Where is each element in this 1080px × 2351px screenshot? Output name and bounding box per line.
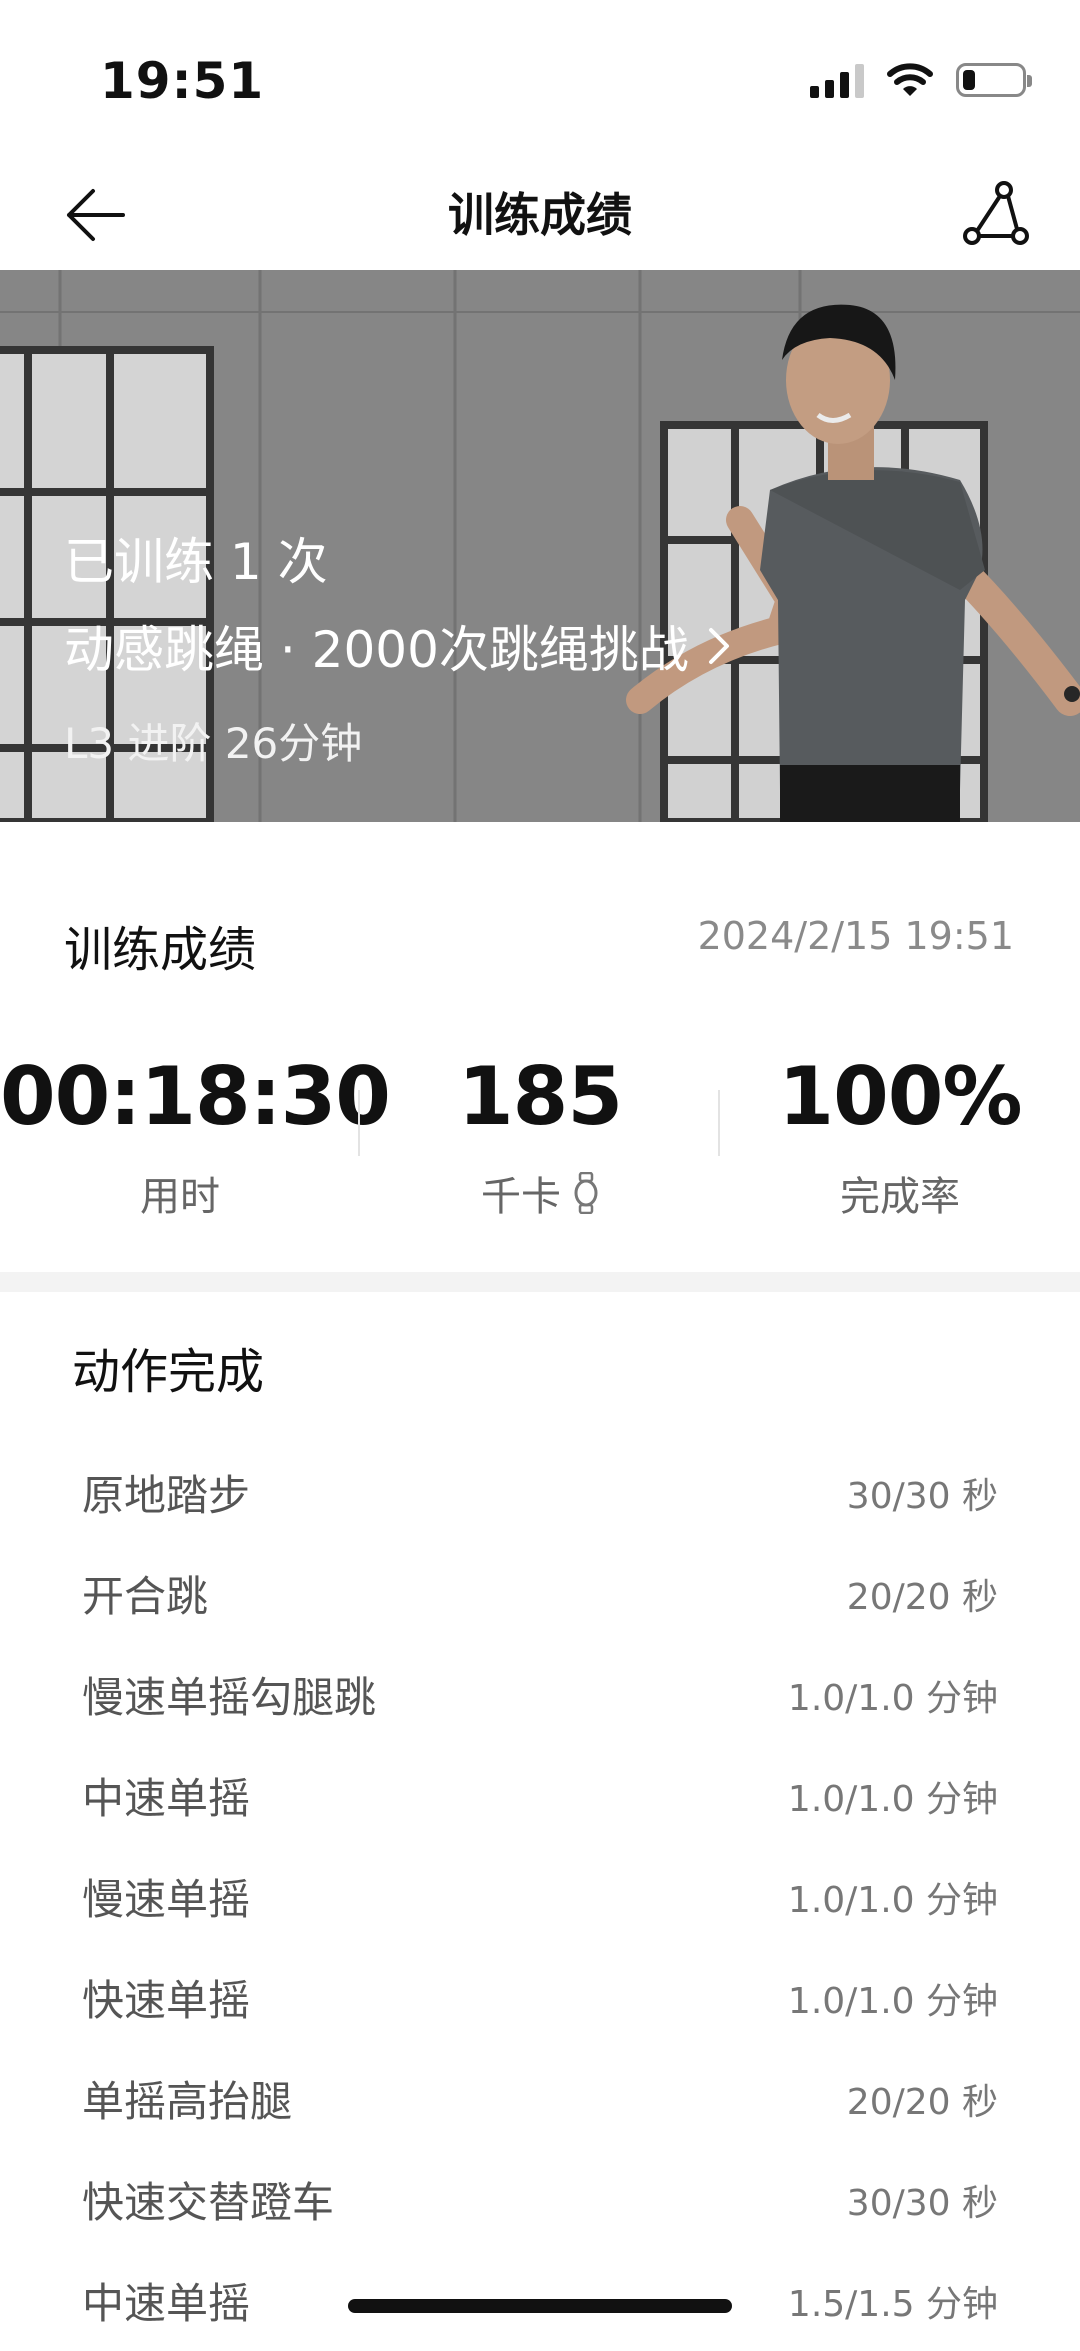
page-title: 训练成绩 xyxy=(448,188,632,242)
action-value: 30/30 秒 xyxy=(846,1475,998,1517)
list-item: 慢速单摇勾腿跳 1.0/1.0 分钟 xyxy=(0,1644,1080,1745)
list-item: 原地踏步 30/30 秒 xyxy=(0,1442,1080,1543)
results-date: 2024/2/15 19:51 xyxy=(697,914,1014,958)
top-navigation-bar: 训练成绩 xyxy=(0,160,1080,270)
status-time: 19:51 xyxy=(100,52,265,110)
action-name: 慢速单摇勾腿跳 xyxy=(82,1673,377,1722)
list-item: 慢速单摇 1.0/1.0 分钟 xyxy=(0,1846,1080,1947)
action-value: 1.0/1.0 分钟 xyxy=(787,1677,998,1719)
calories-label: 千卡 xyxy=(481,1174,561,1220)
duration-label: 用时 xyxy=(140,1174,220,1220)
training-results-section: 训练成绩 2024/2/15 19:51 00:18:30 用时 185 千卡 … xyxy=(0,822,1080,1272)
action-name: 单摇高抬腿 xyxy=(82,2077,293,2126)
course-banner[interactable]: 已训练 1 次 动感跳绳 · 2000次跳绳挑战 L3 进阶 26分钟 xyxy=(0,270,1080,822)
course-name: 动感跳绳 · 2000次跳绳挑战 xyxy=(64,621,689,679)
duration-stat: 00:18:30 用时 xyxy=(0,1050,391,1222)
course-level: L3 进阶 26分钟 xyxy=(64,719,363,768)
list-item: 开合跳 20/20 秒 xyxy=(0,1543,1080,1644)
duration-value: 00:18:30 xyxy=(0,1050,391,1143)
actions-title: 动作完成 xyxy=(72,1344,265,1400)
action-value: 20/20 秒 xyxy=(846,1576,998,1618)
training-count: 已训练 1 次 xyxy=(64,533,328,591)
action-name: 原地踏步 xyxy=(82,1471,251,1520)
course-link[interactable]: 动感跳绳 · 2000次跳绳挑战 xyxy=(64,610,731,682)
action-name: 快速单摇 xyxy=(82,1976,251,2025)
action-name: 中速单摇 xyxy=(82,1774,251,1823)
action-value: 1.0/1.0 分钟 xyxy=(787,1879,998,1921)
completion-stat: 100% 完成率 xyxy=(720,1052,1080,1222)
completion-value: 100% xyxy=(778,1050,1022,1143)
share-button[interactable] xyxy=(950,170,1040,260)
list-item: 单摇高抬腿 20/20 秒 xyxy=(0,2048,1080,2149)
section-divider xyxy=(0,1272,1080,1292)
action-name: 开合跳 xyxy=(82,1572,209,1621)
action-value: 1.5/1.5 分钟 xyxy=(787,2283,998,2325)
share-icon xyxy=(963,181,1029,245)
cellular-signal-icon xyxy=(810,62,864,98)
action-value: 30/30 秒 xyxy=(846,2182,998,2224)
action-list: 原地踏步 30/30 秒 开合跳 20/20 秒 慢速单摇勾腿跳 1.0/1.0… xyxy=(0,1442,1080,2351)
results-title: 训练成绩 xyxy=(64,922,257,978)
action-value: 1.0/1.0 分钟 xyxy=(787,1778,998,1820)
action-name: 快速交替蹬车 xyxy=(82,2178,335,2227)
completion-label: 完成率 xyxy=(840,1174,960,1220)
action-name: 中速单摇 xyxy=(82,2279,251,2328)
status-icons xyxy=(810,62,1032,98)
list-item: 快速单摇 1.0/1.0 分钟 xyxy=(0,1947,1080,2048)
action-name: 慢速单摇 xyxy=(82,1875,251,1924)
status-bar: 19:51 xyxy=(0,0,1080,160)
action-value: 1.0/1.0 分钟 xyxy=(787,1980,998,2022)
home-indicator[interactable] xyxy=(348,2299,732,2313)
wifi-icon xyxy=(887,63,933,96)
chevron-right-icon xyxy=(708,628,729,664)
list-item: 中速单摇 1.0/1.0 分钟 xyxy=(0,1745,1080,1846)
calories-stat: 185 千卡 xyxy=(360,1052,720,1222)
calories-value: 185 xyxy=(458,1050,623,1143)
action-value: 20/20 秒 xyxy=(846,2081,998,2123)
battery-icon xyxy=(956,63,1032,97)
list-item: 快速交替蹬车 30/30 秒 xyxy=(0,2149,1080,2250)
watch-icon xyxy=(574,1172,598,1214)
